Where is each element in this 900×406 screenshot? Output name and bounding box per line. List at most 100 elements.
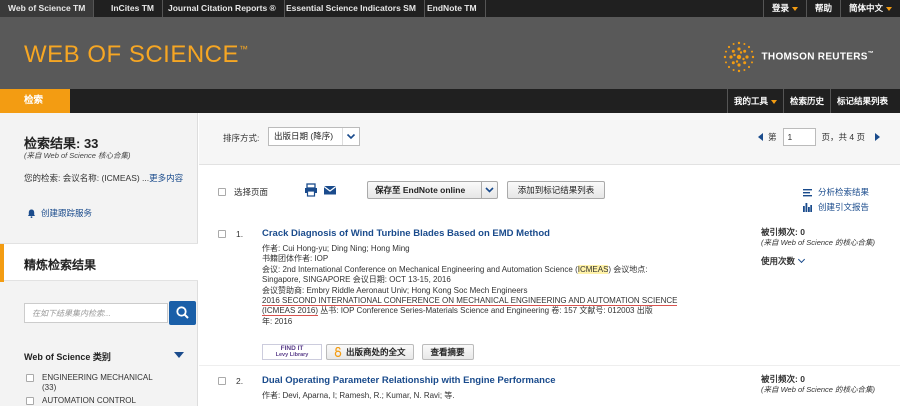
previous-page-icon[interactable] [758,132,764,141]
record-proceedings-title: 2016 SECOND INTERNATIONAL CONFERENCE ON … [262,296,678,307]
record-proceedings-abbrev: (ICMEAS 2016) [262,306,319,317]
thomson-reuters-logo: THOMSON REUTERS™ [722,40,874,74]
chevron-down-icon [770,99,777,104]
add-to-marked-list-button[interactable]: 添加到标记结果列表 [507,181,605,199]
bar-chart-icon [802,203,812,212]
category-item[interactable]: AUTOMATION CONTROL [26,396,136,406]
record-authors: 作者: Devi, Aparna, I; Ramesh, R.; Kumar, … [262,391,455,400]
full-text-label: 出版商处的全文 [346,347,406,357]
my-tools-label: 我的工具 [733,96,768,106]
more-content-link[interactable]: 更多内容 [149,173,183,183]
left-sidebar: 检索结果: 33 (来自 Web of Science 核心合集) 您的检索: … [0,113,198,406]
language-select[interactable]: 简体中文 [839,0,900,17]
record-checkbox[interactable] [218,230,226,238]
save-to-endnote-button[interactable]: 保存至 EndNote online [367,181,498,199]
record-authors: 作者: Cui Hong-yu; Ding Ning; Hong Ming [262,244,410,253]
record-citation-info: 被引频次: 0 (来自 Web of Science 的核心合集) [761,374,881,395]
product-incites[interactable]: InCites TM [103,0,163,17]
times-cited-source: (来自 Web of Science 的核心合集) [761,385,876,394]
refine-title: 精炼检索结果 [24,258,97,272]
record-number: 2. [236,376,244,386]
record-year: 年: 2016 [262,316,293,326]
record-checkbox[interactable] [218,377,226,385]
sort-selected-value: 出版日期 (降序) [274,131,334,141]
next-page-icon[interactable] [875,132,880,141]
product-web-of-science[interactable]: Web of Science TM [0,0,95,17]
record-citation-info: 被引频次: 0 (来自 Web of Science 的核心合集) 使用次数 [761,227,881,266]
print-icon[interactable] [304,183,318,197]
find-it-button[interactable]: FIND IT Levy Library [262,344,322,360]
analyze-results-link[interactable]: 分析检索结果 [802,185,869,200]
site-header: WEB OF SCIENCE™ THOMSON REUTERS™ [0,17,900,89]
tab-search[interactable]: 检索 [0,89,70,113]
refine-search-input[interactable]: 在如下结果集内检索... [24,303,168,323]
product-esi[interactable]: Essential Science Indicators SM [278,0,425,17]
create-alert-link[interactable]: 创建跟踪服务 [27,207,92,219]
select-page[interactable]: 选择页面 [218,186,268,198]
times-cited-source: (来自 Web of Science 的核心合集) [761,238,876,247]
result-record: 1. Crack Diagnosis of Wind Turbine Blade… [199,227,900,362]
record-divider [199,365,900,366]
product-bar: Web of Science TM InCites TM Journal Cit… [0,0,900,17]
record-title-link[interactable]: Crack Diagnosis of Wind Turbine Blades B… [262,228,550,239]
page-prefix: 第 [768,131,777,142]
record-title-link[interactable]: Dual Operating Parameter Relationship wi… [262,375,556,386]
chevron-down-icon [791,6,798,11]
record-details: 作者: Devi, Aparna, I; Ramesh, R.; Kumar, … [262,391,737,401]
refine-search-button[interactable] [169,301,196,325]
language-label: 简体中文 [848,3,883,13]
login-link[interactable]: 登录 [762,0,806,17]
help-link[interactable]: 帮助 [805,0,840,17]
times-cited: 被引频次: 0 [761,374,805,384]
find-it-library: Levy Library [275,352,309,358]
analyze-label: 分析检索结果 [817,187,869,197]
citation-report-link[interactable]: 创建引文报告 [802,200,869,215]
my-tools-menu[interactable]: 我的工具 [726,89,783,113]
select-page-checkbox[interactable] [218,188,226,196]
web-of-science-logo[interactable]: WEB OF SCIENCE™ [24,41,249,69]
logo-text: WEB OF SCIENCE [24,41,240,68]
sub-navigation: 检索 我的工具 检索历史 标记结果列表 [0,89,900,113]
page-number-input[interactable]: 1 [782,127,816,146]
record-group-author: 书籍团体作者: IOP [262,254,329,264]
chevron-down-icon [886,6,892,11]
analysis-links: 分析检索结果 创建引文报告 [802,185,869,215]
sort-label: 排序方式: [223,133,260,143]
product-endnote[interactable]: EndNote TM [419,0,486,17]
record-conference-location: Singapore, SINGAPORE 会议日期: OCT 13-15, 20… [262,275,451,285]
create-alert-label: 创建跟踪服务 [41,208,93,218]
usage-count-toggle[interactable]: 使用次数 [761,255,881,266]
chevron-down-icon [797,255,806,264]
logo-trademark: ™ [239,44,249,54]
record-sponsor: 会议赞助商: Embry Riddle Aeronaut Univ; Hong … [262,285,528,295]
category-checkbox[interactable] [26,397,34,405]
publisher-full-text-button[interactable]: 出版商处的全文 [326,344,414,360]
category-item[interactable]: ENGINEERING MECHANICAL (33) [26,373,153,393]
usage-label: 使用次数 [761,256,796,266]
marked-list-link[interactable]: 标记结果列表 [829,89,894,113]
conference-name: 会议: 2nd International Conference on Mech… [262,264,578,274]
page-total: 页，共 4 页 [821,131,865,142]
collapse-triangle-icon [174,352,184,358]
times-cited: 被引频次: 0 [761,227,805,237]
search-history-link[interactable]: 检索历史 [782,89,830,113]
sort-select[interactable]: 出版日期 (降序) [268,127,360,146]
select-page-label: 选择页面 [234,187,269,197]
brand-text: THOMSON REUTERS [761,51,868,63]
brand-name: THOMSON REUTERS™ [762,51,874,62]
search-query: 您的检索: 会议名称: (ICMEAS) ...更多内容 [24,173,184,184]
product-jcr[interactable]: Journal Citation Reports ® [160,0,285,17]
record-details: 作者: Cui Hong-yu; Ding Ning; Hong Ming 书籍… [262,244,737,327]
result-record: 2. Dual Operating Parameter Relationship… [199,374,900,406]
category-checkbox[interactable] [26,374,34,382]
sort-bar: 排序方式: 出版日期 (降序) 第 1 页，共 4 页 [199,113,900,165]
category-filter-header[interactable]: Web of Science 类别 [24,350,184,363]
results-toolbar: 选择页面 保存至 EndNote online 添加到标记结果列表 分析检索结果… [199,165,900,215]
view-abstract-button[interactable]: 查看摘要 [421,344,474,360]
conference-location-label: ) 会议地点: [608,264,648,274]
email-icon[interactable] [323,183,337,197]
endnote-label: 保存至 EndNote online [375,185,466,195]
thomson-reuters-icon [723,41,754,73]
results-source: (来自 Web of Science 核心合集) [24,151,131,160]
bell-icon [27,208,36,218]
